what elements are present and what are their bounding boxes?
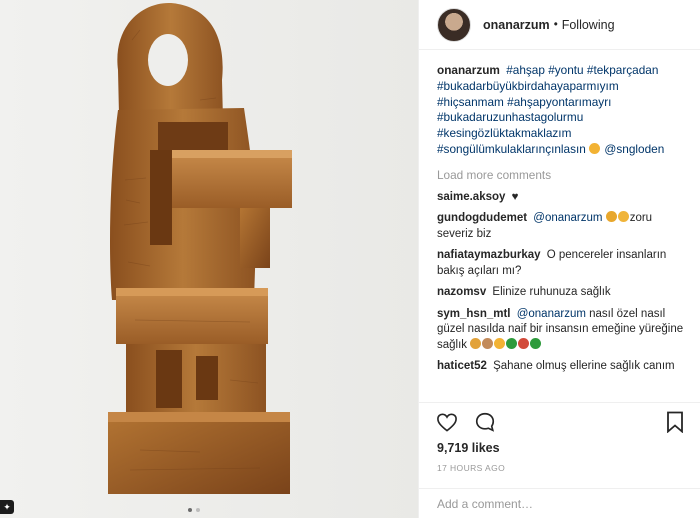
avatar[interactable]	[437, 7, 471, 42]
add-comment-bar	[419, 488, 700, 518]
following-button[interactable]: Following	[562, 18, 615, 32]
speech-bubble-icon[interactable]	[473, 410, 497, 434]
comment-text: ♥	[511, 190, 519, 203]
carousel-dot[interactable]	[196, 508, 200, 512]
instagram-post-view: ✦ onanarzum • Following onanarzum #ahşap…	[0, 0, 700, 518]
carousel-corner-icon: ✦	[0, 500, 14, 514]
comment-username[interactable]: gundogdudemet	[437, 212, 527, 224]
smile-emoji-icon	[494, 337, 506, 349]
caption-username[interactable]: onanarzum	[437, 63, 500, 77]
comment-item: sym_hsn_mtl @onanarzum nasıl özel nasıl …	[437, 307, 687, 354]
post-photo[interactable]: ✦	[0, 0, 418, 518]
carousel-dot-active[interactable]	[188, 508, 192, 512]
fist-emoji-icon	[605, 211, 617, 223]
post-caption: onanarzum #ahşap #yontu #tekparçadan #bu…	[437, 63, 687, 158]
mention-link[interactable]: @sngloden	[604, 142, 664, 156]
hashtag-line[interactable]: #hiçsanmam #ahşapyontarımayrı	[437, 95, 611, 109]
post-sidebar: onanarzum • Following onanarzum #ahşap #…	[418, 0, 700, 518]
comment-item: haticet52 Şahane olmuş ellerine sağlık c…	[437, 359, 687, 375]
laughing-emoji-icon	[589, 142, 601, 154]
comment-username[interactable]: nazomsv	[437, 286, 486, 298]
mention-link[interactable]: @onanarzum	[517, 308, 586, 320]
flexed-arm-emoji-icon	[617, 211, 629, 223]
hashtag-line[interactable]: #bukadaruzunhastagolurmu	[437, 110, 583, 124]
wooden-sculpture-photo	[108, 3, 292, 494]
clover-emoji-icon	[506, 337, 518, 349]
post-header: onanarzum • Following	[419, 0, 700, 50]
comment-username[interactable]: nafiataymazburkay	[437, 249, 541, 261]
comment-item: gundogdudemet @onanarzum zoru severiz bi…	[437, 211, 687, 242]
comment-item: nazomsv Elinize ruhunuza sağlık	[437, 285, 687, 301]
comment-username[interactable]: saime.aksoy	[437, 191, 505, 203]
hashtag-line[interactable]: #kesingözlüktakmaklazım	[437, 126, 571, 140]
comment-username[interactable]: sym_hsn_mtl	[437, 308, 511, 320]
bookmark-icon[interactable]	[663, 410, 687, 434]
likes-count[interactable]: 9,719 likes	[437, 441, 500, 455]
hand-emoji-icon	[470, 337, 482, 349]
header-separator: •	[553, 18, 558, 31]
comment-text: Şahane olmuş ellerine sağlık canım	[493, 360, 675, 373]
comment-text: Elinize ruhunuza sağlık	[492, 286, 611, 299]
comments-list[interactable]: onanarzum #ahşap #yontu #tekparçadan #bu…	[419, 63, 700, 403]
clover-emoji-icon	[530, 337, 542, 349]
hashtag-line[interactable]: #songülümkulaklarınçınlasın	[437, 142, 586, 156]
comment-item: saime.aksoy ♥	[437, 190, 687, 206]
carousel-dots	[188, 508, 200, 512]
comment-username[interactable]: haticet52	[437, 360, 487, 372]
hashtag-line[interactable]: #bukadarbüyükbirdahayaparmıyım	[437, 79, 619, 93]
person-emoji-icon	[482, 337, 494, 349]
comment-item: nafiataymazburkay O pencereler insanları…	[437, 248, 687, 279]
load-more-comments-link[interactable]: Load more comments	[437, 168, 687, 182]
post-timestamp[interactable]: 17 HOURS AGO	[437, 463, 505, 473]
action-bar	[419, 402, 700, 440]
rose-emoji-icon	[518, 337, 530, 349]
hashtag-line[interactable]: #ahşap #yontu #tekparçadan	[506, 63, 658, 77]
mention-link[interactable]: @onanarzum	[533, 212, 602, 224]
header-username[interactable]: onanarzum	[483, 18, 550, 32]
heart-icon[interactable]	[435, 410, 459, 434]
add-comment-input[interactable]	[437, 496, 683, 511]
